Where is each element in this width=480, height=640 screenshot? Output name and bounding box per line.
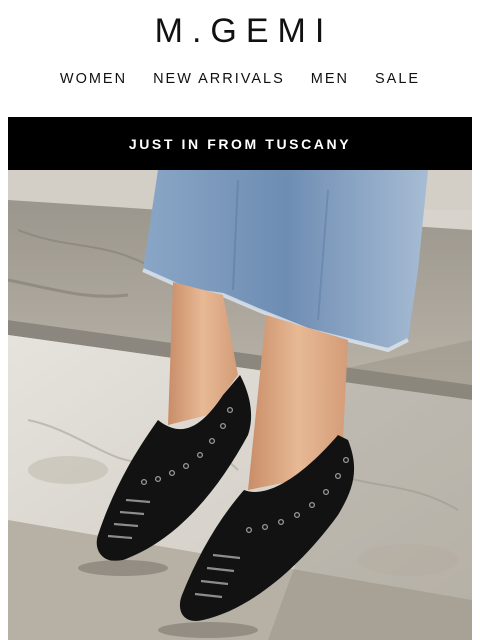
main-nav: WOMEN NEW ARRIVALS MEN SALE xyxy=(0,71,480,87)
hero-photo-illustration xyxy=(8,170,472,640)
promo-banner[interactable]: JUST IN FROM TUSCANY xyxy=(8,117,472,170)
hero-image[interactable] xyxy=(8,170,472,640)
nav-link-new-arrivals[interactable]: NEW ARRIVALS xyxy=(153,71,285,87)
brand-logo[interactable]: M.GEMI xyxy=(0,12,480,51)
nav-link-men[interactable]: MEN xyxy=(311,71,349,87)
email-header: M.GEMI WOMEN NEW ARRIVALS MEN SALE xyxy=(0,0,480,116)
nav-link-sale[interactable]: SALE xyxy=(375,71,420,87)
promo-banner-text: JUST IN FROM TUSCANY xyxy=(128,135,352,152)
nav-link-women[interactable]: WOMEN xyxy=(60,71,127,87)
